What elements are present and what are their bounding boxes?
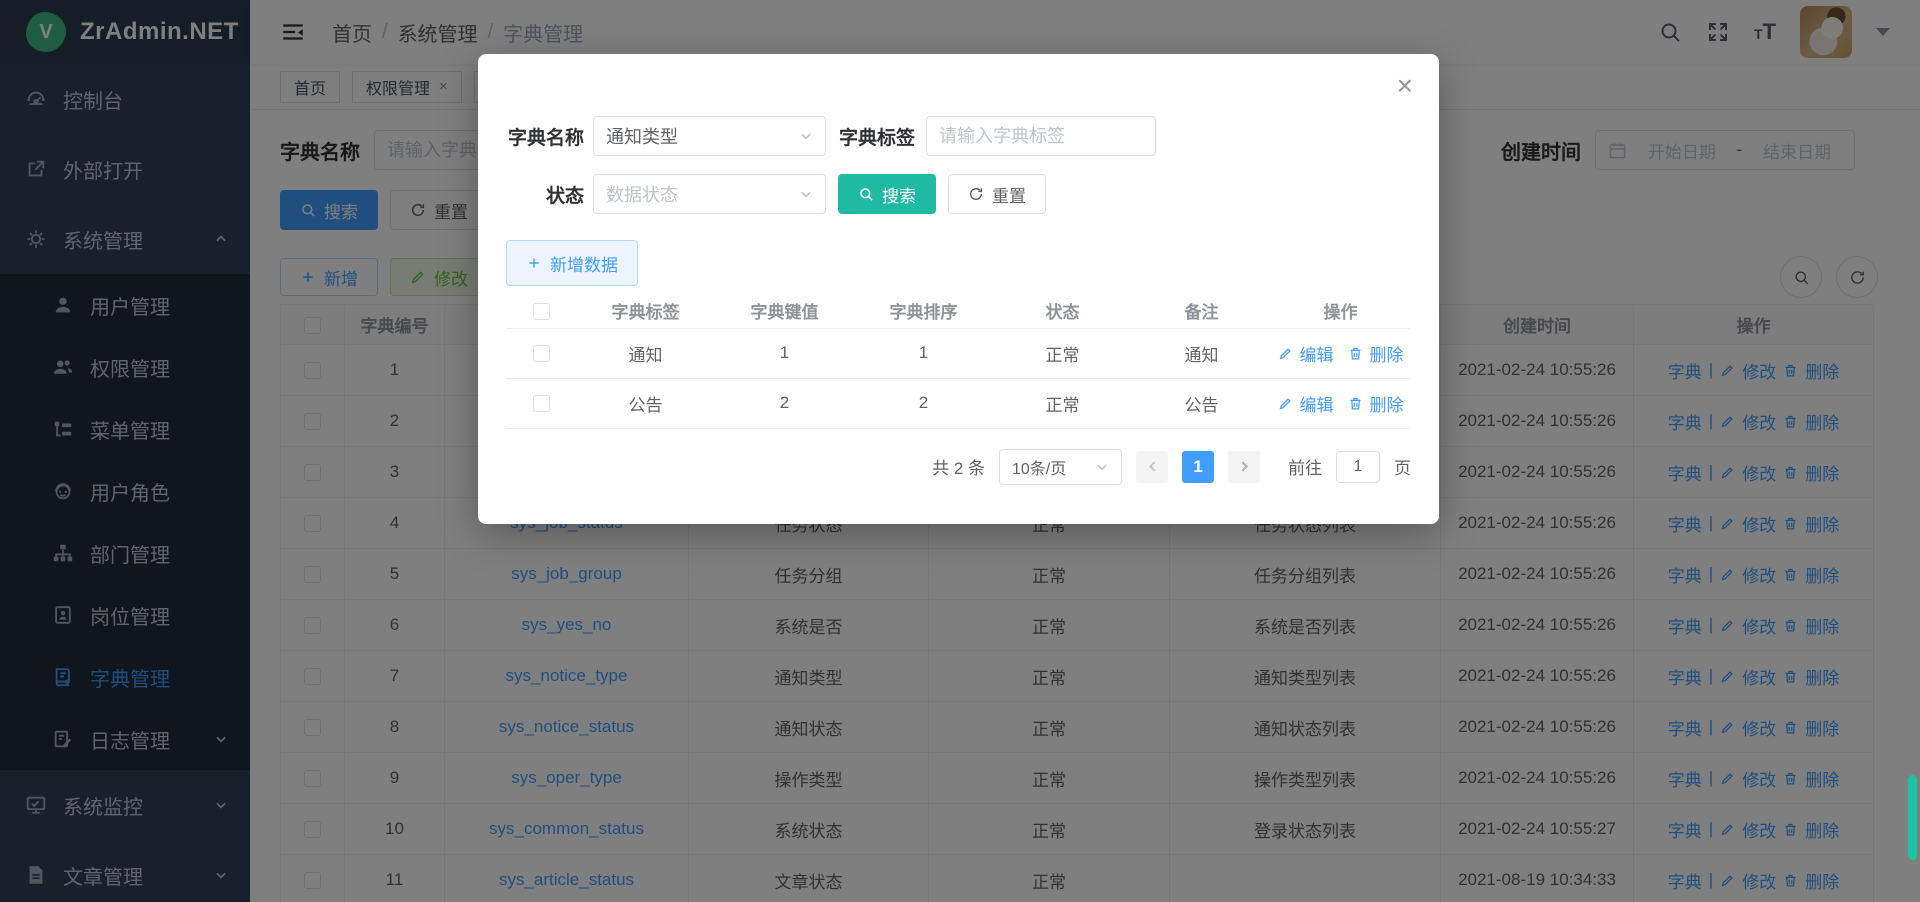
prev-page-button[interactable]: [1136, 451, 1168, 483]
dialog-row-select-cell: [506, 328, 576, 378]
dialog-edit-link[interactable]: 编辑: [1278, 341, 1334, 366]
dialog-row-actions-cell: 编辑删除: [1271, 378, 1410, 428]
trash-icon: [1348, 346, 1363, 361]
dialog-column-header: 状态: [993, 294, 1132, 328]
dialog-column-header: 字典排序: [854, 294, 993, 328]
page-scrollbar-thumb[interactable]: [1908, 775, 1917, 860]
dialog-value-cell: 2: [715, 378, 854, 428]
dialog-dict-label-label: 字典标签: [839, 123, 915, 150]
refresh-icon: [968, 186, 984, 202]
dialog-table-row: 公告22正常公告编辑删除: [506, 378, 1410, 428]
dialog-status-select[interactable]: 数据状态: [593, 174, 826, 214]
dialog-column-header: 字典键值: [715, 294, 854, 328]
dialog-remark-cell: 公告: [1132, 378, 1271, 428]
dialog-dict-label-input[interactable]: [926, 116, 1156, 156]
dialog-column-header: 操作: [1271, 294, 1410, 328]
dialog-value-cell: 1: [715, 328, 854, 378]
page-size-select[interactable]: 10条/页: [999, 449, 1122, 485]
dict-data-dialog: × 字典名称 通知类型 字典标签 状态 数据状态 搜索 重置: [478, 54, 1439, 524]
plus-icon: [526, 255, 542, 271]
dialog-form-row-1: 字典名称 通知类型 字典标签: [506, 116, 1411, 156]
dialog-add-data-button[interactable]: 新增数据: [506, 240, 638, 286]
dialog-row-select-cell: [506, 378, 576, 428]
dialog-status-label: 状态: [506, 181, 584, 208]
dialog-dict-name-label: 字典名称: [506, 123, 584, 150]
dialog-status-cell: 正常: [993, 328, 1132, 378]
dialog-table-row: 通知11正常通知编辑删除: [506, 328, 1410, 378]
dialog-select-all-checkbox[interactable]: [533, 303, 550, 320]
pencil-icon: [1278, 346, 1293, 361]
dialog-row-actions: 编辑删除: [1278, 341, 1404, 366]
dialog-search-button[interactable]: 搜索: [838, 174, 936, 214]
search-icon: [858, 186, 874, 202]
dialog-add-row: 新增数据: [506, 240, 1411, 286]
dialog-sort-cell: 1: [854, 328, 993, 378]
chevron-down-icon: [799, 129, 813, 143]
dialog-reset-button[interactable]: 重置: [948, 174, 1046, 214]
page-number-1[interactable]: 1: [1182, 451, 1214, 483]
dialog-row-actions-cell: 编辑删除: [1271, 328, 1410, 378]
goto-label: 前往: [1288, 454, 1322, 479]
dialog-label-cell: 公告: [576, 378, 715, 428]
trash-icon: [1348, 396, 1363, 411]
chevron-down-icon: [1095, 460, 1109, 474]
dialog-remark-cell: 通知: [1132, 328, 1271, 378]
dialog-edit-link[interactable]: 编辑: [1278, 391, 1334, 416]
dialog-delete-link[interactable]: 删除: [1348, 341, 1404, 366]
dict-data-table: 字典标签字典键值字典排序状态备注操作通知11正常通知编辑删除公告22正常公告编辑…: [506, 294, 1410, 429]
dialog-row-checkbox[interactable]: [533, 395, 550, 412]
dialog-dict-name-select[interactable]: 通知类型: [593, 116, 826, 156]
next-page-button[interactable]: [1228, 451, 1260, 483]
dialog-status-cell: 正常: [993, 378, 1132, 428]
dialog-row-checkbox[interactable]: [533, 345, 550, 362]
dialog-form-row-2: 状态 数据状态 搜索 重置: [506, 174, 1411, 214]
dialog-sort-cell: 2: [854, 378, 993, 428]
page-suffix-label: 页: [1394, 454, 1411, 479]
dialog-row-actions: 编辑删除: [1278, 391, 1404, 416]
pencil-icon: [1278, 396, 1293, 411]
dialog-label-cell: 通知: [576, 328, 715, 378]
chevron-down-icon: [799, 187, 813, 201]
dialog-column-header: 备注: [1132, 294, 1271, 328]
dialog-filter-form: 字典名称 通知类型 字典标签 状态 数据状态 搜索 重置: [506, 116, 1411, 214]
dialog-delete-link[interactable]: 删除: [1348, 391, 1404, 416]
dialog-column-header: 字典标签: [576, 294, 715, 328]
pagination-total: 共 2 条: [932, 454, 985, 479]
goto-page-input[interactable]: [1336, 451, 1380, 483]
dialog-header-select-all: [506, 294, 576, 328]
dialog-pagination: 共 2 条 10条/页 1 前往 页: [506, 449, 1411, 485]
close-icon[interactable]: ×: [1397, 72, 1413, 100]
